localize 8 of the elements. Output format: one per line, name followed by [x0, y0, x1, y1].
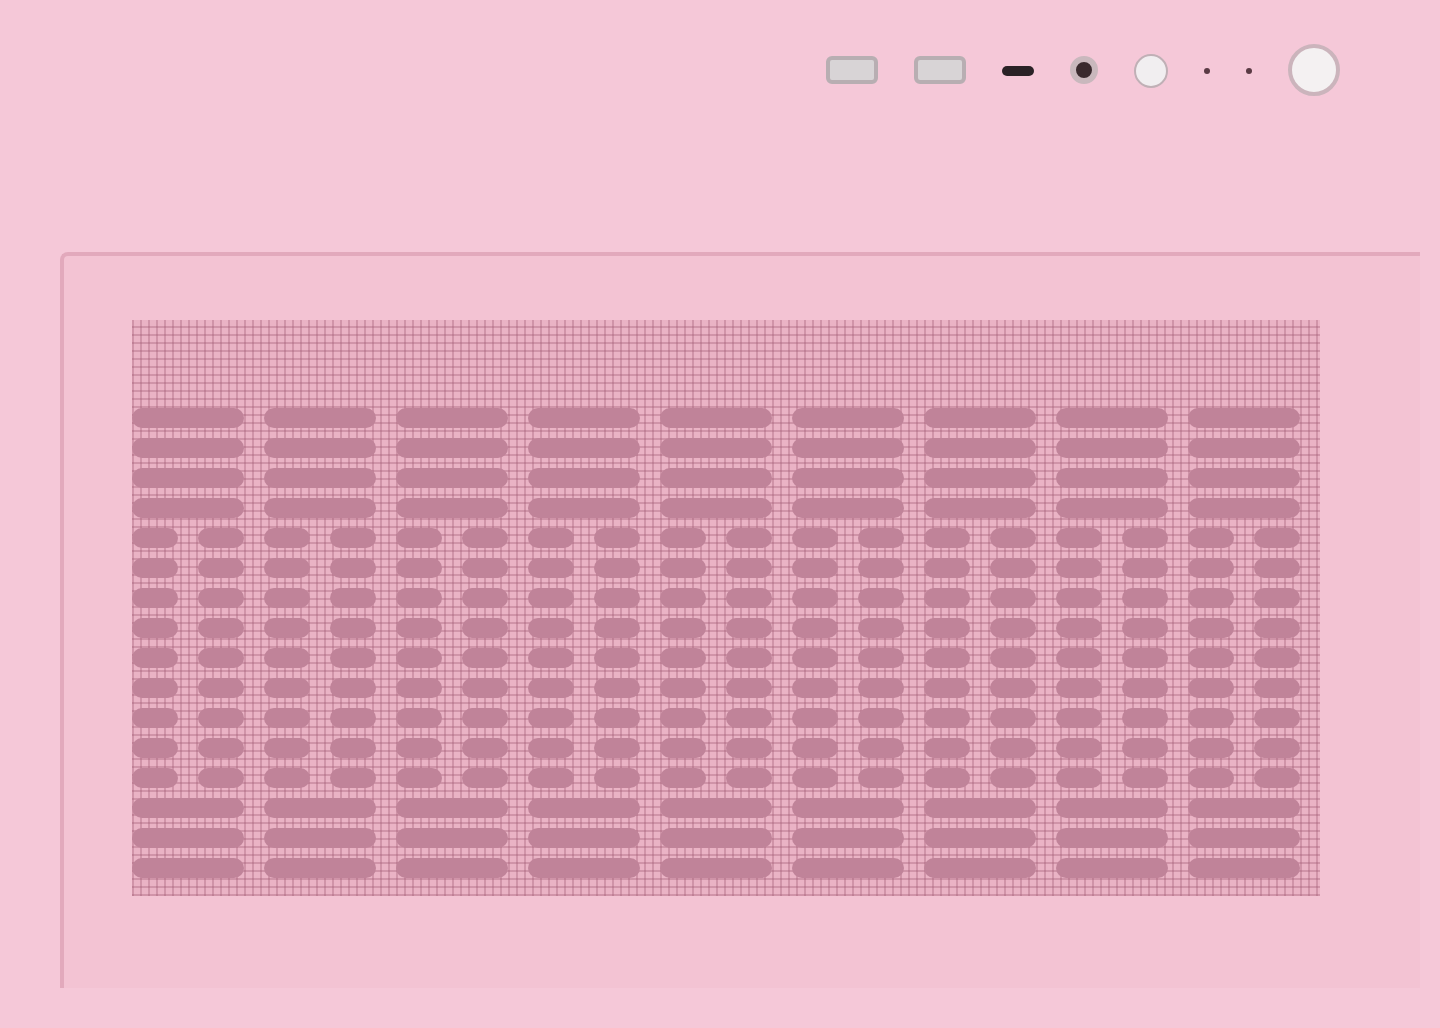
usb-port-icon — [914, 56, 966, 84]
led-dot-icon — [1246, 67, 1252, 73]
round-button[interactable] — [1134, 53, 1168, 87]
led-dot-icon — [1204, 67, 1210, 73]
audio-jack-icon — [1070, 56, 1098, 84]
usb-c-port-icon — [1002, 65, 1034, 75]
power-button[interactable] — [1288, 44, 1340, 96]
usb-port-icon — [826, 56, 878, 84]
